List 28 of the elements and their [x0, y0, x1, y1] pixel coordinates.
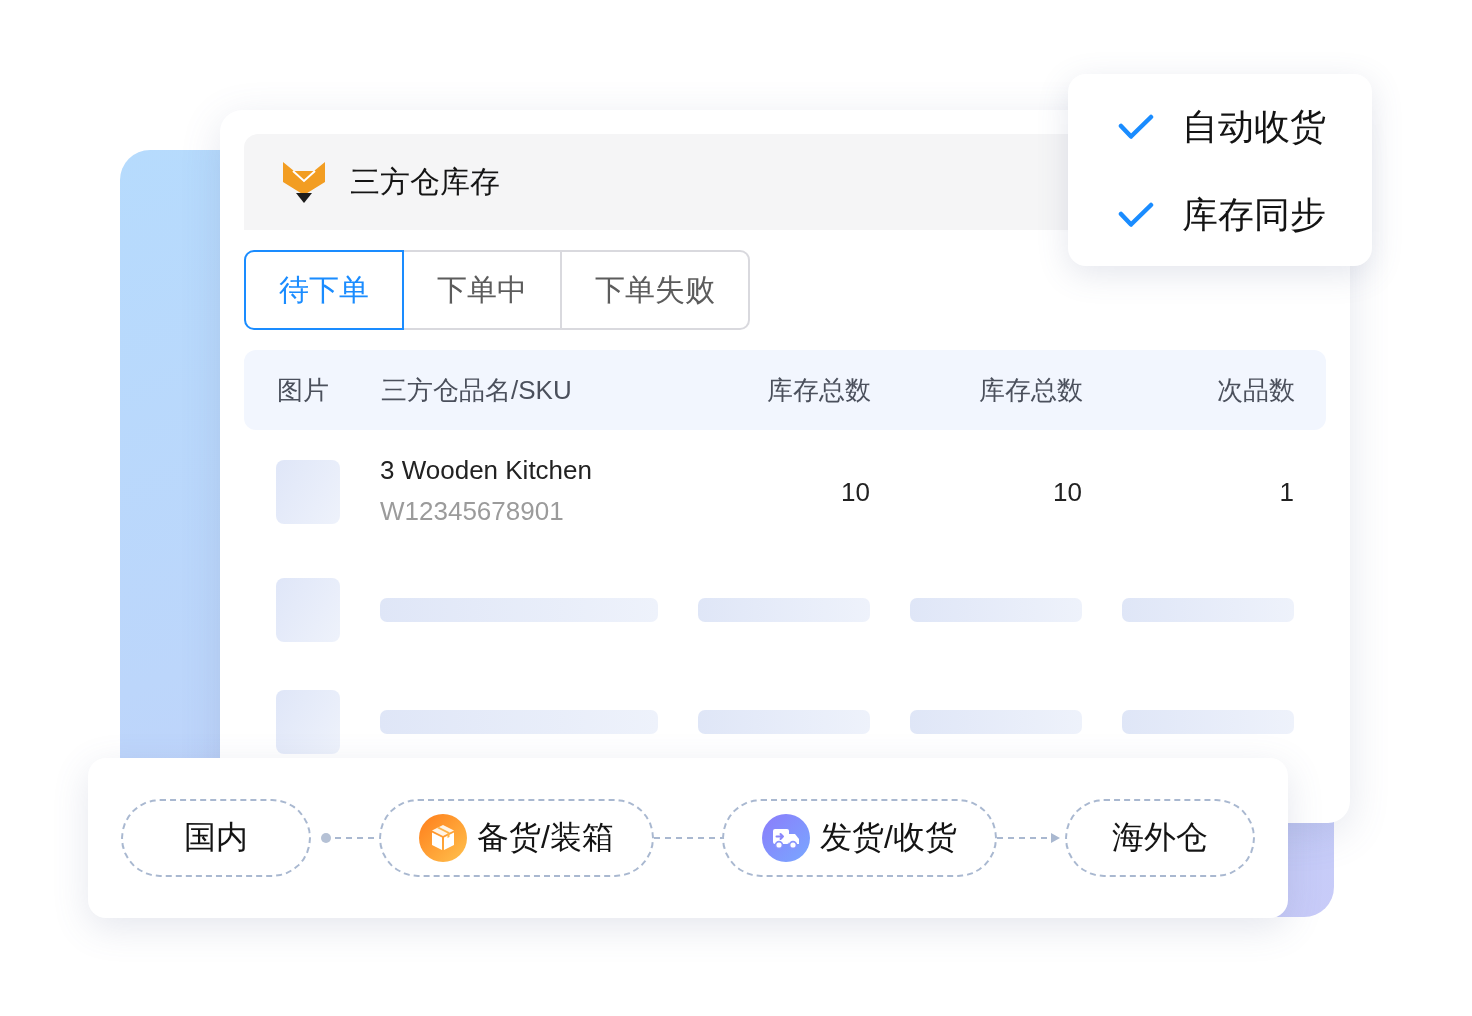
tab[interactable]: 下单中 [402, 250, 562, 330]
product-sku: W12345678901 [380, 496, 565, 527]
image-placeholder [276, 460, 340, 524]
column-header: 图片 [277, 373, 330, 407]
box-icon [419, 814, 468, 862]
feature-label: 自动收货 [1182, 104, 1326, 149]
image-placeholder [276, 578, 340, 642]
step-label: 备货/装箱 [477, 818, 614, 857]
product-name: 3 Wooden Kitchen [380, 455, 593, 486]
table-cell: 1 [1279, 476, 1294, 508]
column-header: 库存总数 [766, 373, 871, 407]
truck-icon [762, 814, 811, 862]
feature-label: 库存同步 [1182, 192, 1326, 237]
step-label: 发货/收货 [820, 818, 957, 857]
tab[interactable]: 下单失败 [560, 250, 750, 330]
tab[interactable]: 待下单 [244, 250, 404, 330]
step-label: 海外仓 [1112, 818, 1208, 857]
card-title: 三方仓库存 [350, 163, 500, 200]
table-cell: 10 [841, 476, 870, 508]
column-header: 次品数 [1216, 373, 1295, 407]
table-cell: 10 [1053, 476, 1082, 508]
check-icon[interactable] [1118, 202, 1154, 228]
image-placeholder [276, 690, 340, 754]
step-label: 国内 [184, 818, 248, 857]
fox-logo-icon [283, 161, 325, 203]
check-icon[interactable] [1118, 114, 1154, 140]
column-header: 库存总数 [978, 373, 1083, 407]
column-header: 三方仓品名/SKU [381, 373, 573, 407]
